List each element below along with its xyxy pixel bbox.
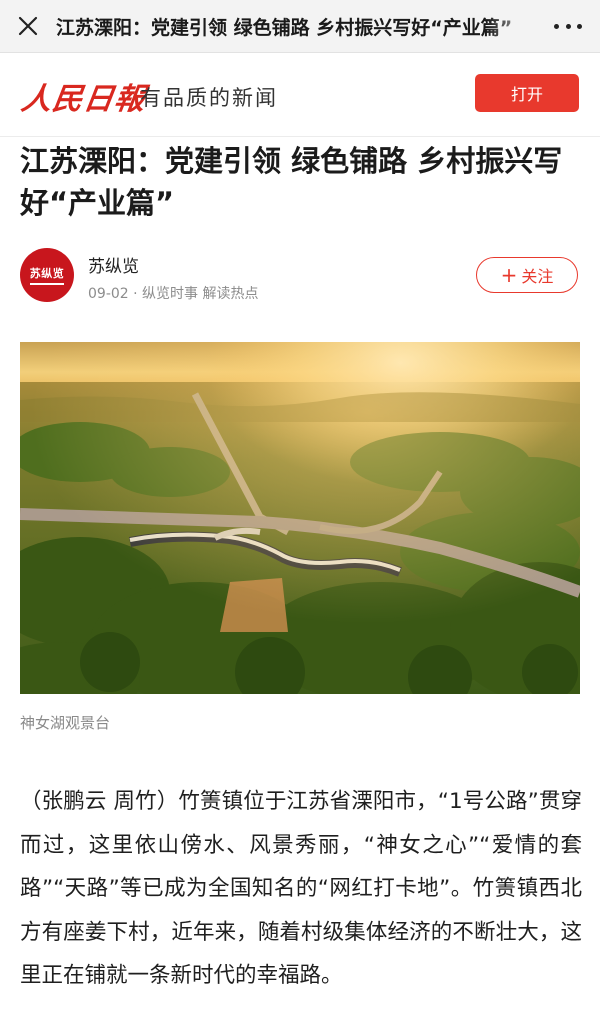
top-nav-bar: 江苏溧阳：党建引领 绿色铺路 乡村振兴写好“产业篇” [0, 0, 600, 53]
author-name[interactable]: 苏纵览 [88, 252, 139, 277]
more-dot-icon [565, 23, 571, 29]
close-button[interactable] [0, 0, 56, 52]
more-button[interactable] [554, 14, 582, 38]
more-dot-icon [554, 23, 559, 29]
avatar-underline [30, 283, 64, 285]
avatar-logo-text: 苏纵览 [29, 267, 65, 280]
brand-slogan: 有品质的新闻 [140, 86, 278, 110]
author-meta: 09-02 · 纵览时事 解读热点 [88, 286, 259, 302]
article-headline: 江苏溧阳：党建引领 绿色铺路 乡村振兴写好“产业篇” [20, 144, 563, 220]
photo-caption: 神女湖观景台 [20, 714, 111, 732]
follow-button[interactable]: + 关注 [476, 257, 578, 293]
close-icon [18, 16, 38, 36]
brand-bar: 人民日報 有品质的新闻 打开 [0, 52, 600, 137]
scenic-overlook-image [20, 342, 580, 694]
plus-icon: + [500, 263, 518, 287]
open-app-button[interactable]: 打开 [475, 74, 579, 112]
page-title: 江苏溧阳：党建引领 绿色铺路 乡村振兴写好“产业篇” [56, 16, 513, 39]
article-body: （张鹏云 周竹）竹箦镇位于江苏省溧阳市，“1号公路”贯穿而过，这里依山傍水、风景… [20, 789, 582, 988]
follow-label: 关注 [521, 267, 554, 286]
peoples-daily-logo[interactable]: 人民日報 [19, 74, 149, 118]
article-photo[interactable] [20, 342, 580, 694]
more-dot-icon [577, 23, 582, 29]
author-avatar[interactable]: 苏纵览 [20, 248, 74, 302]
